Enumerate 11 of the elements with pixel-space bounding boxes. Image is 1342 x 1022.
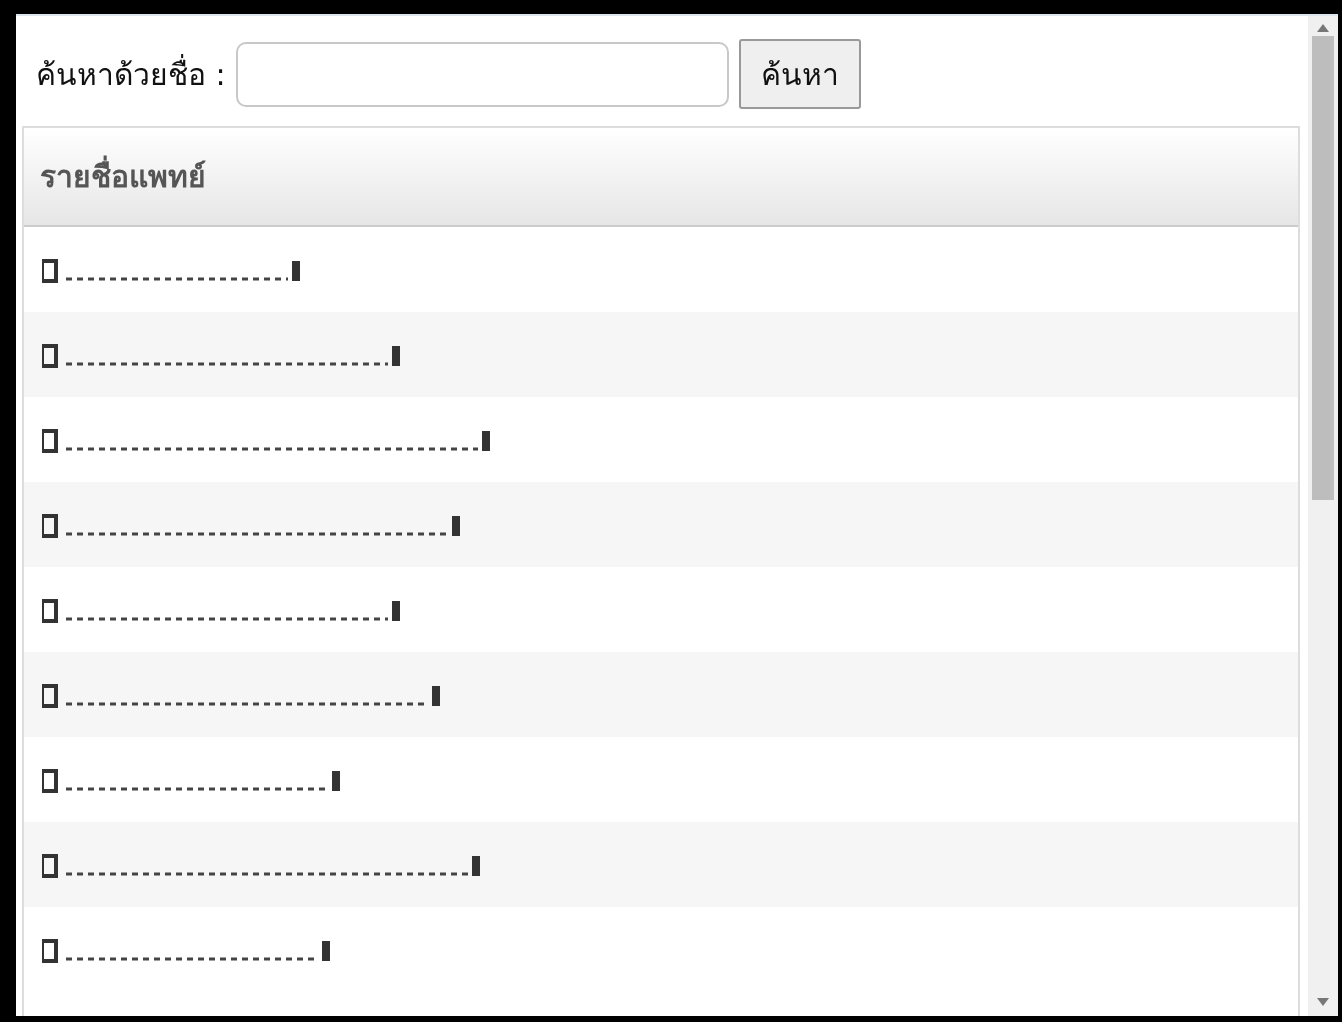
- search-button[interactable]: ค้นหา: [738, 39, 861, 109]
- scroll-down-icon[interactable]: [1317, 998, 1329, 1006]
- list-row[interactable]: [24, 482, 1298, 567]
- list-row[interactable]: [24, 822, 1298, 907]
- search-field[interactable]: [235, 41, 729, 107]
- list-heading: รายชื่อแพทย์: [40, 153, 206, 200]
- list-row[interactable]: [24, 652, 1298, 737]
- list-row[interactable]: [24, 312, 1298, 397]
- scrollbar-thumb[interactable]: [1312, 36, 1334, 500]
- scroll-up-icon[interactable]: [1317, 24, 1329, 32]
- search-label: ค้นหาด้วยชื่อ :: [36, 53, 226, 94]
